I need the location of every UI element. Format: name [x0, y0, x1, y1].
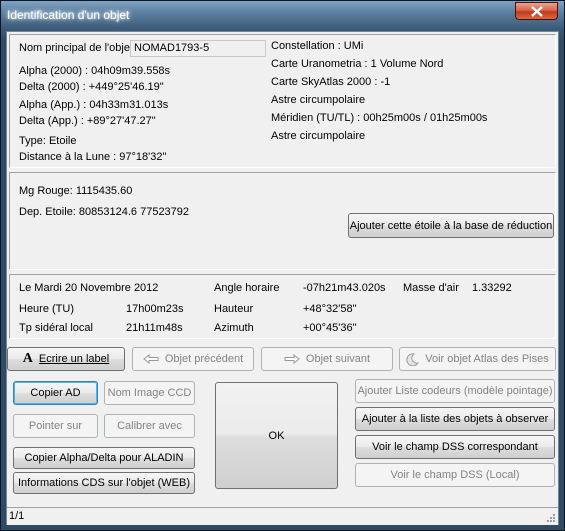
- page-indicator: 1/1: [9, 510, 25, 522]
- delta-2000: Delta (2000) : +449°25'46.19": [19, 81, 164, 93]
- masse-value: 1.33292: [472, 282, 512, 294]
- close-icon: [531, 6, 543, 17]
- previous-object-button[interactable]: Objet précédent: [132, 347, 254, 371]
- tps-label: Tp sidéral local: [19, 322, 93, 334]
- copy-ad-button[interactable]: Copier AD: [13, 381, 98, 405]
- magnitude-panel: Mg Rouge: 1115435.60 Dep. Etoile: 808531…: [9, 172, 556, 270]
- angle-label: Angle horaire: [214, 282, 280, 294]
- client-area: Nom principal de l'objet NOMAD1793-5 Alp…: [6, 31, 559, 525]
- moon-icon: [406, 352, 420, 366]
- delta-app: Delta (App.) : +89°27'47.27": [19, 115, 156, 127]
- add-to-reduction-base-button[interactable]: Ajouter cette étoile à la base de réduct…: [348, 213, 554, 238]
- dep-etoile: Dep. Etoile: 80853124.6 77523792: [19, 206, 190, 218]
- azimuth-label: Azimuth: [214, 322, 254, 334]
- copy-aladin-button[interactable]: Copier Alpha/Delta pour ALADIN: [13, 447, 195, 469]
- status-bar: 1/1: [7, 507, 558, 525]
- dialog-window: Identification d'un objet Nom principal …: [0, 0, 565, 531]
- uranometria-chart: Carte Uranometria : 1 Volume Nord: [271, 58, 444, 70]
- circumpolar-note-2: Astre circumpolaire: [271, 130, 366, 142]
- view-dss-local-button[interactable]: Voir le champ DSS (Local): [355, 463, 555, 487]
- ephemeris-panel: Le Mardi 20 Novembre 2012 Heure (TU) 17h…: [9, 274, 556, 339]
- tps-value: 21h11m48s: [126, 322, 183, 334]
- angle-value: -07h21m43.020s: [303, 282, 386, 294]
- nom-image-ccd-button[interactable]: Nom Image CCD: [104, 381, 195, 405]
- arrow-left-icon: [143, 354, 159, 364]
- resize-grip-icon[interactable]: [545, 512, 556, 523]
- skyatlas-chart: Carte SkyAtlas 2000 : -1: [271, 76, 391, 88]
- alpha-app: Alpha (App.) : 04h33m31.013s: [19, 99, 169, 111]
- object-type: Type: Etoile: [19, 135, 77, 147]
- hauteur-value: +48°32'58": [303, 303, 357, 315]
- pointer-sur-button[interactable]: Pointer sur: [13, 414, 98, 438]
- object-name-field[interactable]: NOMAD1793-5: [130, 40, 266, 57]
- cds-info-button[interactable]: Informations CDS sur l'objet (WEB): [13, 472, 195, 494]
- close-button[interactable]: [515, 2, 558, 20]
- add-encoder-list-button[interactable]: Ajouter Liste codeurs (modèle pointage): [355, 379, 555, 403]
- mg-rouge: Mg Rouge: 1115435.60: [19, 185, 133, 197]
- alpha-2000: Alpha (2000) : 04h09m39.558s: [19, 65, 171, 77]
- azimuth-value: +00°45'36": [303, 322, 357, 334]
- ok-button[interactable]: OK: [215, 382, 338, 489]
- atlas-pises-button[interactable]: Voir objet Atlas des Pises: [399, 347, 556, 371]
- identity-panel: Nom principal de l'objet NOMAD1793-5 Alp…: [9, 34, 556, 168]
- date: Le Mardi 20 Novembre 2012: [19, 282, 159, 294]
- letter-a-icon: A: [22, 351, 33, 366]
- window-title: Identification d'un objet: [7, 8, 130, 22]
- constellation: Constellation : UMi: [271, 40, 364, 52]
- arrow-right-icon: [284, 354, 300, 364]
- hauteur-label: Hauteur: [214, 303, 254, 315]
- masse-label: Masse d'air: [403, 282, 459, 294]
- write-label-button[interactable]: A Ecrire un label: [7, 347, 125, 371]
- next-object-button[interactable]: Objet suivant: [261, 347, 393, 371]
- meridian-transit: Méridien (TU/TL) : 00h25m00s / 01h25m00s: [271, 112, 488, 124]
- calibrer-avec-button[interactable]: Calibrer avec: [104, 414, 195, 438]
- title-bar[interactable]: Identification d'un objet: [1, 1, 564, 31]
- circumpolar-note: Astre circumpolaire: [271, 94, 366, 106]
- name-label: Nom principal de l'objet: [19, 42, 133, 54]
- add-observe-list-button[interactable]: Ajouter à la liste des objets à observer: [355, 407, 555, 431]
- heure-value: 17h00m23s: [126, 303, 184, 315]
- view-dss-field-button[interactable]: Voir le champ DSS correspondant: [355, 435, 555, 459]
- moon-distance: Distance à la Lune : 97°18'32": [19, 151, 167, 163]
- heure-label: Heure (TU): [19, 303, 75, 315]
